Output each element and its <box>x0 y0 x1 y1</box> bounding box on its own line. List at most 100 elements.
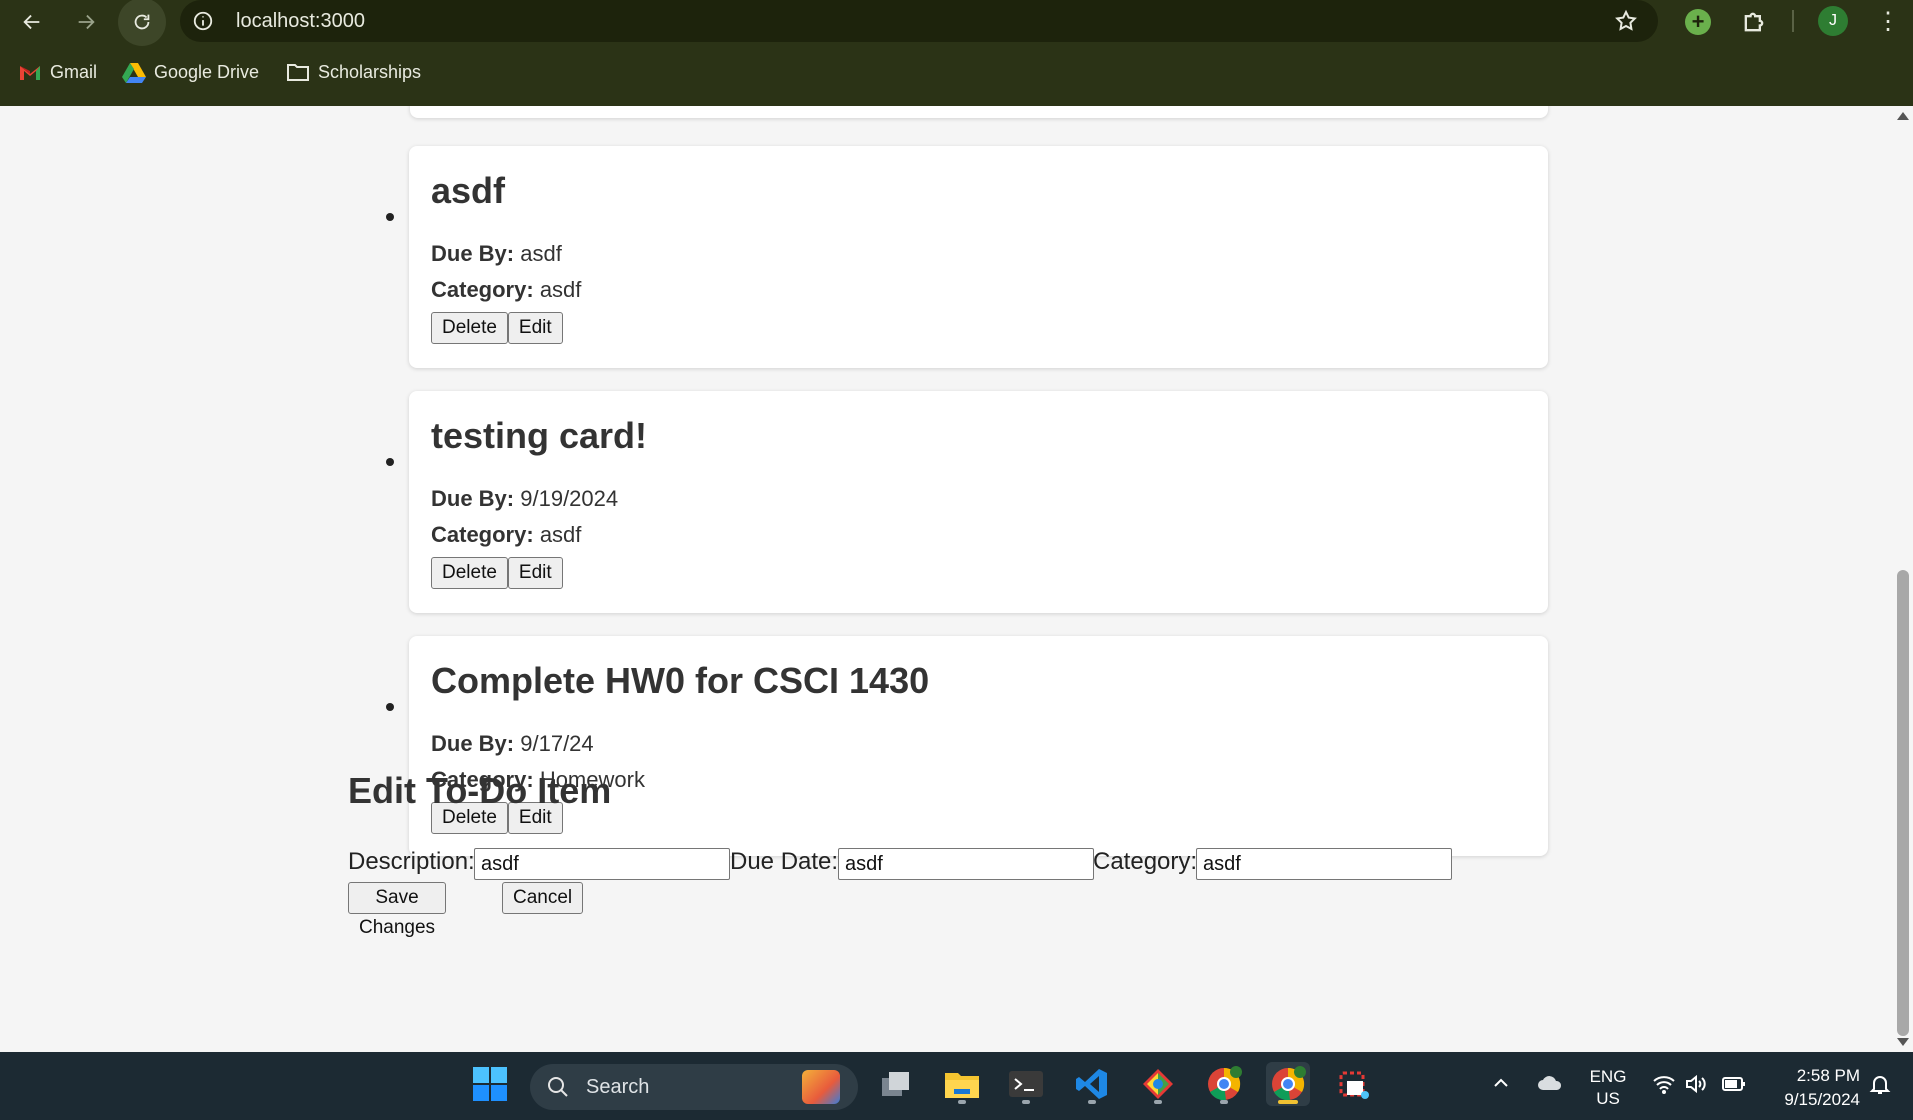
bookmark-gmail[interactable]: Gmail <box>18 61 97 83</box>
arrow-left-icon <box>23 14 40 30</box>
todo-category: Category: asdf <box>431 522 581 548</box>
system-clock[interactable]: 2:58 PM 9/15/2024 <box>1760 1064 1860 1112</box>
search-placeholder: Search <box>586 1076 650 1098</box>
extension-plus-icon[interactable]: + <box>1685 9 1711 35</box>
todo-card: asdf Due By: asdf Category: asdf Delete … <box>409 146 1548 368</box>
todo-actions: Delete Edit <box>431 312 563 344</box>
due-value: asdf <box>520 241 562 266</box>
chevron-up-icon[interactable] <box>1492 1074 1510 1092</box>
chrome-active-icon[interactable] <box>1266 1062 1310 1106</box>
todo-due: Due By: 9/17/24 <box>431 731 594 757</box>
todo-title: Complete HW0 for CSCI 1430 <box>431 660 930 701</box>
todo-actions: Delete Edit <box>431 557 563 589</box>
windows-start-icon[interactable] <box>468 1062 512 1106</box>
description-input[interactable]: asdf <box>474 848 730 880</box>
running-indicator <box>1220 1100 1228 1104</box>
todo-category: Category: asdf <box>431 277 581 303</box>
notification-bell-icon[interactable] <box>1868 1072 1892 1096</box>
todo-title: asdf <box>431 170 506 211</box>
page-content: asdf Due By: asdf Category: asdf Delete … <box>0 106 1893 1052</box>
todo-due: Due By: asdf <box>431 241 562 267</box>
scroll-down-arrow-icon[interactable] <box>1897 1038 1909 1046</box>
clock-time: 2:58 PM <box>1796 1066 1860 1085</box>
category-input[interactable]: asdf <box>1196 848 1452 880</box>
vscode-icon[interactable] <box>1070 1062 1114 1106</box>
site-info-icon[interactable] <box>192 10 214 32</box>
back-button[interactable] <box>14 4 50 40</box>
list-bullet <box>386 213 394 221</box>
reload-button[interactable] <box>118 0 166 46</box>
chrome-profile-icon[interactable] <box>1202 1062 1246 1106</box>
snipping-tool-icon[interactable] <box>1332 1062 1376 1106</box>
due-date-input[interactable]: asdf <box>838 848 1094 880</box>
bookmark-label: Scholarships <box>318 61 422 82</box>
lang-line1: ENG <box>1589 1067 1627 1086</box>
due-date-label: Due Date: <box>730 848 839 875</box>
due-label: Due By: <box>431 731 515 756</box>
todo-card-partial <box>410 106 1548 118</box>
cancel-button[interactable]: Cancel <box>502 882 584 914</box>
scrollbar-thumb[interactable] <box>1897 570 1909 1036</box>
browser-chrome: localhost:3000 + J ⋮ Gmail Google Drive … <box>0 0 1913 106</box>
clock-date: 9/15/2024 <box>1784 1090 1860 1109</box>
save-changes-button[interactable]: Save Changes <box>348 882 447 938</box>
browser-toolbar: localhost:3000 + J ⋮ <box>0 0 1913 46</box>
bookmark-star-icon[interactable] <box>1614 9 1638 33</box>
running-indicator <box>958 1100 966 1104</box>
kebab-menu-icon[interactable]: ⋮ <box>1876 8 1900 36</box>
category-label: Category: <box>1093 848 1198 875</box>
taskbar: Search ENG US 2:58 PM 9/15/2024 <box>0 1052 1913 1120</box>
language-indicator[interactable]: ENG US <box>1588 1066 1628 1110</box>
delete-button[interactable]: Delete <box>431 557 508 589</box>
bookmark-google-drive[interactable]: Google Drive <box>122 61 259 83</box>
toolbar-divider <box>1792 10 1794 32</box>
lang-line2: US <box>1596 1089 1620 1108</box>
list-bullet <box>386 458 394 466</box>
arrow-right-icon <box>78 14 95 30</box>
reload-icon <box>134 14 150 30</box>
wifi-icon[interactable] <box>1652 1074 1676 1094</box>
scroll-up-arrow-icon[interactable] <box>1897 112 1909 120</box>
todo-card: testing card! Due By: 9/19/2024 Category… <box>409 391 1548 613</box>
todo-card: Complete HW0 for CSCI 1430 Due By: 9/17/… <box>409 636 1548 856</box>
taskbar-search[interactable]: Search <box>530 1064 858 1110</box>
volume-icon[interactable] <box>1684 1074 1708 1094</box>
url-text: localhost:3000 <box>236 10 365 32</box>
gmail-icon <box>20 66 40 80</box>
todo-title: testing card! <box>431 415 648 456</box>
profile-avatar[interactable]: J <box>1818 6 1848 36</box>
due-label: Due By: <box>431 486 515 511</box>
folder-icon <box>287 64 309 81</box>
category-label: Category: <box>431 522 534 547</box>
bookmark-label: Gmail <box>50 61 98 82</box>
category-label: Category: <box>431 277 534 302</box>
bookmark-label: Google Drive <box>154 61 260 82</box>
bookmarks-bar: Gmail Google Drive Scholarships <box>0 56 1913 92</box>
file-explorer-icon[interactable] <box>940 1062 984 1106</box>
search-icon <box>548 1077 568 1097</box>
due-label: Due By: <box>431 241 515 266</box>
bookmark-scholarships[interactable]: Scholarships <box>286 61 421 83</box>
edit-button[interactable]: Edit <box>507 557 563 589</box>
battery-icon[interactable] <box>1722 1076 1746 1092</box>
search-highlight-icon <box>802 1070 840 1104</box>
forward-button[interactable] <box>68 4 104 40</box>
page-scrollbar[interactable] <box>1893 106 1913 1052</box>
due-value: 9/17/24 <box>520 731 594 756</box>
task-view-icon[interactable] <box>874 1062 918 1106</box>
extensions-puzzle-icon[interactable] <box>1740 8 1768 36</box>
category-value: asdf <box>539 522 582 547</box>
running-indicator <box>1154 1100 1162 1104</box>
gitkraken-icon[interactable] <box>1136 1062 1180 1106</box>
edit-button[interactable]: Edit <box>507 312 563 344</box>
running-indicator <box>1088 1100 1096 1104</box>
due-value: 9/19/2024 <box>520 486 619 511</box>
todo-due: Due By: 9/19/2024 <box>431 486 618 512</box>
delete-button[interactable]: Delete <box>431 312 508 344</box>
list-bullet <box>386 703 394 711</box>
onedrive-cloud-icon[interactable] <box>1536 1072 1564 1094</box>
address-bar[interactable]: localhost:3000 <box>180 0 1658 42</box>
category-value: asdf <box>539 277 582 302</box>
active-indicator <box>1278 1100 1298 1104</box>
terminal-icon[interactable] <box>1004 1062 1048 1106</box>
